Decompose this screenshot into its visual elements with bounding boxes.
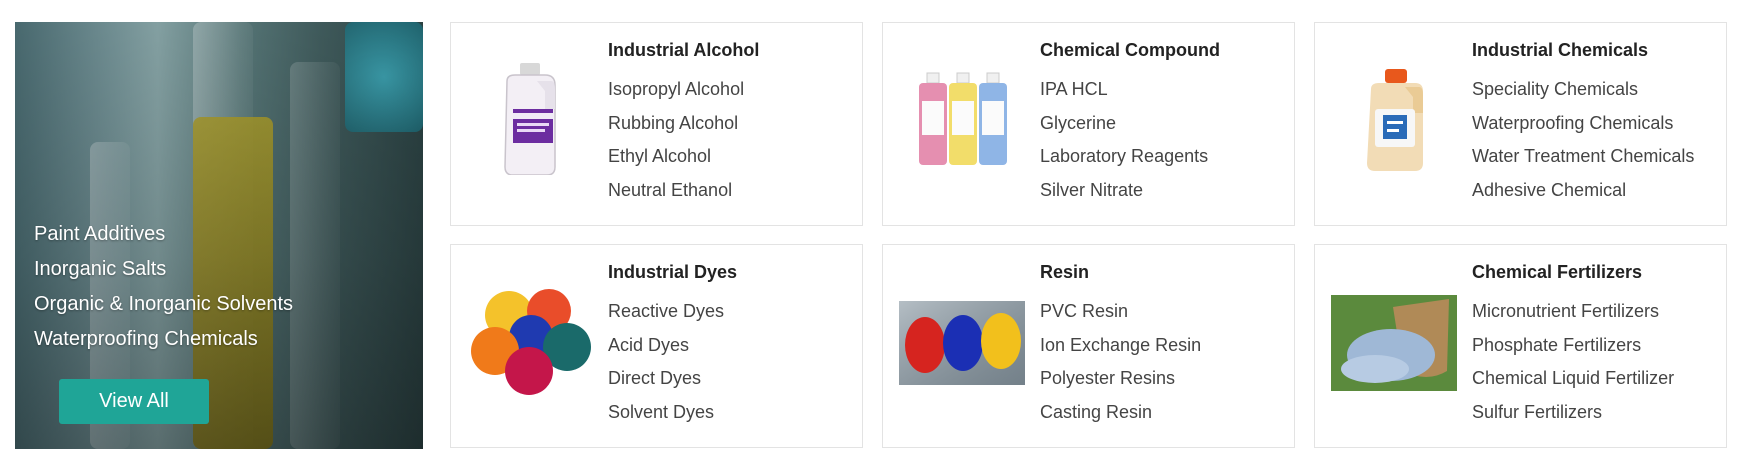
hero-link[interactable]: Waterproofing Chemicals: [34, 322, 293, 357]
card-link[interactable]: Casting Resin: [1040, 396, 1201, 430]
card-link[interactable]: PVC Resin: [1040, 295, 1201, 329]
hero-link[interactable]: Organic & Inorganic Solvents: [34, 287, 293, 322]
card-link-list: PVC Resin Ion Exchange Resin Polyester R…: [1040, 295, 1201, 429]
card-title[interactable]: Industrial Alcohol: [608, 40, 759, 61]
card-link[interactable]: Acid Dyes: [608, 329, 724, 363]
hero-link[interactable]: Paint Additives: [34, 217, 293, 252]
card-link-list: Reactive Dyes Acid Dyes Direct Dyes Solv…: [608, 295, 724, 429]
ph-buffer-bottles-icon[interactable]: [899, 63, 1025, 175]
card-link[interactable]: Isopropyl Alcohol: [608, 73, 744, 107]
card-link[interactable]: Direct Dyes: [608, 362, 724, 396]
category-hero-panel: Paint Additives Inorganic Salts Organic …: [15, 22, 423, 449]
category-card: Chemical Fertilizers Micronutrient Ferti…: [1314, 244, 1727, 448]
card-link-list: Micronutrient Fertilizers Phosphate Fert…: [1472, 295, 1674, 429]
card-link[interactable]: Laboratory Reagents: [1040, 140, 1208, 174]
hero-link-list: Paint Additives Inorganic Salts Organic …: [34, 217, 293, 357]
view-all-button[interactable]: View All: [59, 379, 209, 424]
card-link[interactable]: Polyester Resins: [1040, 362, 1201, 396]
card-link[interactable]: Neutral Ethanol: [608, 174, 744, 208]
card-link[interactable]: Adhesive Chemical: [1472, 174, 1694, 208]
card-link[interactable]: Waterproofing Chemicals: [1472, 107, 1694, 141]
hero-link[interactable]: Inorganic Salts: [34, 252, 293, 287]
card-title[interactable]: Chemical Compound: [1040, 40, 1220, 61]
card-link-list: Speciality Chemicals Waterproofing Chemi…: [1472, 73, 1694, 207]
category-card: Chemical Compound IPA HCL Glycerine Labo…: [882, 22, 1295, 226]
card-link[interactable]: Sulfur Fertilizers: [1472, 396, 1674, 430]
card-title[interactable]: Industrial Dyes: [608, 262, 737, 283]
card-link[interactable]: Water Treatment Chemicals: [1472, 140, 1694, 174]
category-card: Resin PVC Resin Ion Exchange Resin Polye…: [882, 244, 1295, 448]
card-link[interactable]: Rubbing Alcohol: [608, 107, 744, 141]
card-title[interactable]: Industrial Chemicals: [1472, 40, 1648, 61]
card-link[interactable]: Glycerine: [1040, 107, 1208, 141]
card-link[interactable]: Micronutrient Fertilizers: [1472, 295, 1674, 329]
card-link[interactable]: Solvent Dyes: [608, 396, 724, 430]
card-link[interactable]: Speciality Chemicals: [1472, 73, 1694, 107]
card-title[interactable]: Chemical Fertilizers: [1472, 262, 1642, 283]
card-link[interactable]: IPA HCL: [1040, 73, 1208, 107]
dye-powder-icon[interactable]: [467, 285, 593, 397]
card-link-list: Isopropyl Alcohol Rubbing Alcohol Ethyl …: [608, 73, 744, 207]
card-link[interactable]: Ethyl Alcohol: [608, 140, 744, 174]
card-link[interactable]: Ion Exchange Resin: [1040, 329, 1201, 363]
card-link-list: IPA HCL Glycerine Laboratory Reagents Si…: [1040, 73, 1208, 207]
card-link[interactable]: Chemical Liquid Fertilizer: [1472, 362, 1674, 396]
category-card: Industrial Alcohol Isopropyl Alcohol Rub…: [450, 22, 863, 226]
card-link[interactable]: Reactive Dyes: [608, 295, 724, 329]
card-link[interactable]: Phosphate Fertilizers: [1472, 329, 1674, 363]
fertilizer-sack-icon[interactable]: [1331, 285, 1457, 397]
card-link[interactable]: Silver Nitrate: [1040, 174, 1208, 208]
resin-granules-icon[interactable]: [899, 285, 1025, 397]
card-title[interactable]: Resin: [1040, 262, 1089, 283]
chemical-jug-icon[interactable]: [1331, 63, 1457, 175]
category-card: Industrial Dyes Reactive Dyes Acid Dyes …: [450, 244, 863, 448]
alcohol-jug-icon[interactable]: [467, 63, 593, 175]
category-card: Industrial Chemicals Speciality Chemical…: [1314, 22, 1727, 226]
